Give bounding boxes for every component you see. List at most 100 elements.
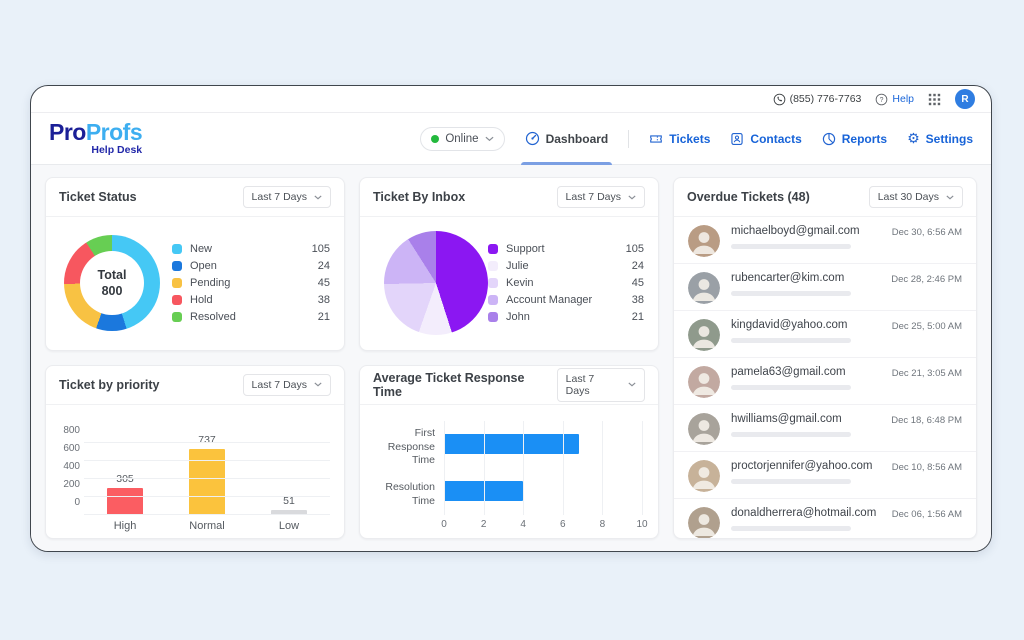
legend-item: Hold38 — [172, 294, 330, 306]
range-value: Last 7 Days — [566, 191, 621, 203]
phone-link[interactable]: (855) 776-7763 — [773, 93, 862, 106]
overdue-row[interactable]: donaldherrera@hotmail.com Dec 06, 1:56 AM — [674, 499, 976, 538]
phone-icon — [773, 93, 786, 106]
nav-item-tickets[interactable]: Tickets — [649, 113, 710, 165]
contact-avatar — [688, 366, 720, 398]
pie-chart — [384, 231, 488, 335]
gridline — [602, 421, 603, 516]
contact-email[interactable]: donaldherrera@hotmail.com — [731, 507, 876, 519]
nav-item-contacts[interactable]: Contacts — [730, 113, 801, 165]
nav-item-reports[interactable]: Reports — [822, 113, 887, 165]
legend-item: Support 105 — [488, 243, 644, 255]
contact-email[interactable]: michaelboyd@gmail.com — [731, 225, 860, 237]
nav-divider — [628, 130, 629, 148]
bar-category-label: First Response Time — [368, 427, 444, 468]
x-tick-label: 0 — [441, 519, 447, 530]
legend-value: 45 — [318, 277, 330, 289]
priority-ylabels: 0200400600800 — [56, 415, 84, 503]
nav-item-settings[interactable]: ⚙ Settings — [907, 113, 973, 165]
legend-swatch-icon — [488, 278, 498, 288]
online-status-dropdown[interactable]: Online — [420, 127, 504, 151]
overdue-date: Dec 18, 6:48 PM — [891, 413, 962, 445]
legend-value: 105 — [626, 243, 644, 255]
legend-label: Open — [190, 260, 217, 272]
range-value: Last 7 Days — [252, 191, 307, 203]
user-avatar[interactable]: R — [955, 89, 975, 109]
nav-label: Contacts — [750, 132, 801, 146]
overdue-date: Dec 06, 1:56 AM — [892, 507, 962, 538]
x-tick-label: 4 — [520, 519, 526, 530]
legend-swatch-icon — [488, 312, 498, 322]
app-window: (855) 776-7763 ? Help R ProProfs Help De… — [30, 85, 992, 552]
ticket-by-inbox-card: Ticket By Inbox Last 7 Days Support105Ju… — [359, 177, 659, 351]
bar-category-label: Resolution Time — [368, 481, 444, 508]
subject-placeholder-bar — [731, 385, 851, 390]
legend-item: Resolved21 — [172, 311, 330, 323]
overdue-range-dropdown[interactable]: Last 30 Days — [869, 186, 963, 208]
priority-bar-chart: 0200400600800 30573751 HighNormalLow — [46, 405, 344, 539]
legend-item: Kevin45 — [488, 277, 644, 289]
legend-item: Open24 — [172, 260, 330, 272]
legend-label: Resolved — [190, 311, 236, 323]
subject-placeholder-bar — [731, 479, 851, 484]
overdue-row[interactable]: michaelboyd@gmail.comDec 30, 6:56 AM — [674, 217, 976, 264]
y-tick-label: 400 — [63, 461, 80, 472]
contact-email[interactable]: hwilliams@gmail.com — [731, 413, 851, 425]
subject-placeholder-bar — [731, 526, 851, 531]
brand-logo[interactable]: ProProfs Help Desk — [49, 121, 142, 156]
nav-item-dashboard[interactable]: Dashboard — [525, 113, 609, 165]
contact-email[interactable]: pamela63@gmail.com — [731, 366, 851, 378]
legend-label: Pending — [190, 277, 230, 289]
utility-bar: (855) 776-7763 ? Help R — [31, 86, 991, 113]
inbox-range-dropdown[interactable]: Last 7 Days — [557, 186, 645, 208]
bar-value-label: 737 — [198, 434, 216, 446]
gridline — [642, 421, 643, 516]
y-tick-label: 0 — [74, 497, 80, 508]
legend-item: Julie24 — [488, 260, 644, 272]
bar-slot: 737 — [177, 434, 237, 515]
response-range-dropdown[interactable]: Last 7 Days — [557, 368, 645, 402]
overdue-row[interactable]: pamela63@gmail.com Dec 21, 3:05 AM — [674, 358, 976, 405]
nav-label: Tickets — [669, 132, 710, 146]
overdue-row[interactable]: hwilliams@gmail.com Dec 18, 6:48 PM — [674, 405, 976, 452]
bar — [189, 449, 225, 515]
apps-grid-icon[interactable] — [928, 93, 941, 106]
resp-ticks: 0246810 — [444, 519, 642, 534]
legend-value: 105 — [312, 243, 330, 255]
legend-swatch-icon — [488, 261, 498, 271]
priority-range-dropdown[interactable]: Last 7 Days — [243, 374, 331, 396]
overdue-row[interactable]: rubencarter@kim.comDec 28, 2:46 PM — [674, 264, 976, 311]
card-title: Overdue Tickets (48) — [687, 190, 810, 204]
y-tick-label: 800 — [63, 425, 80, 436]
ticket-status-card: Ticket Status Last 7 Days Total 800 New1… — [45, 177, 345, 351]
contact-email[interactable]: kingdavid@yahoo.com — [731, 319, 851, 331]
legend-label: Support — [506, 243, 545, 255]
contact-avatar — [688, 272, 720, 304]
x-category-label: Normal — [177, 520, 237, 532]
help-button[interactable]: ? Help — [875, 93, 914, 106]
contact-avatar — [688, 460, 720, 492]
x-tick-label: 8 — [600, 519, 606, 530]
contact-avatar — [688, 319, 720, 351]
overdue-row[interactable]: kingdavid@yahoo.comDec 25, 5:00 AM — [674, 311, 976, 358]
bar-value-label: 51 — [283, 495, 295, 507]
chevron-down-icon — [314, 195, 322, 200]
overdue-row[interactable]: proctorjennifer@yahoo.comDec 10, 8:56 AM — [674, 452, 976, 499]
gridline — [484, 421, 485, 516]
bar — [107, 488, 143, 515]
legend-swatch-icon — [172, 312, 182, 322]
contact-email[interactable]: rubencarter@kim.com — [731, 272, 851, 284]
ticket-status-legend: New105Open24Pending45Hold38Resolved21 — [172, 238, 330, 328]
contact-email[interactable]: proctorjennifer@yahoo.com — [731, 460, 872, 472]
contacts-icon — [730, 132, 744, 146]
ticket-status-range-dropdown[interactable]: Last 7 Days — [243, 186, 331, 208]
donut-chart: Total 800 — [64, 235, 160, 331]
brand-primary: Pro — [49, 119, 86, 145]
overdue-date: Dec 21, 3:05 AM — [892, 366, 962, 398]
bar — [444, 434, 579, 454]
nav-label: Dashboard — [546, 132, 609, 146]
phone-number: (855) 776-7763 — [790, 93, 862, 105]
gridline — [84, 442, 330, 443]
chevron-down-icon — [946, 195, 954, 200]
resp-plot — [444, 421, 642, 516]
